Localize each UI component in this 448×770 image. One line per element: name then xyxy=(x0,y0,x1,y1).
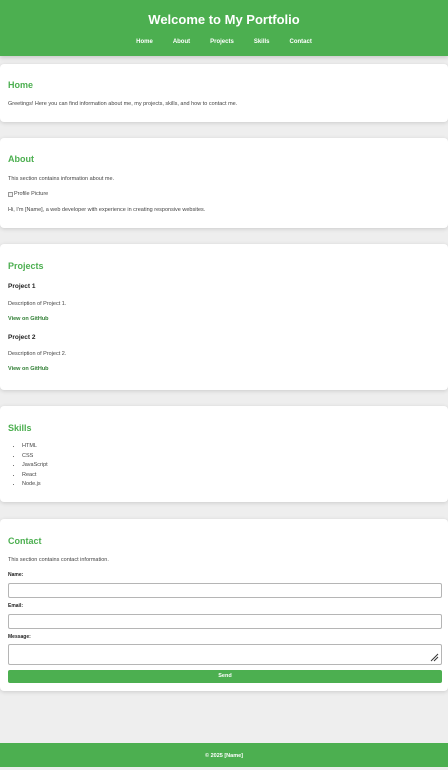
name-field[interactable] xyxy=(8,583,442,598)
project-github-link[interactable]: View on GitHub xyxy=(8,316,49,322)
message-label: Message: xyxy=(8,634,31,640)
about-intro: This section contains information about … xyxy=(8,176,115,182)
profile-picture: Profile Picture xyxy=(8,191,48,197)
skill-item: HTML xyxy=(22,442,48,452)
contact-heading: Contact xyxy=(8,536,42,546)
nav-contact[interactable]: Contact xyxy=(280,39,322,45)
message-field[interactable] xyxy=(8,644,442,665)
project-title: Project 1 xyxy=(8,283,36,290)
contact-intro: This section contains contact informatio… xyxy=(8,557,109,563)
projects-heading: Projects xyxy=(8,261,44,271)
email-field[interactable] xyxy=(8,614,442,629)
site-footer: © 2025 [Name] xyxy=(0,743,448,767)
skill-item: CSS xyxy=(22,452,48,462)
profile-picture-alt: Profile Picture xyxy=(14,191,49,197)
about-section: About This section contains information … xyxy=(0,138,448,228)
project-description: Description of Project 1. xyxy=(8,301,67,307)
projects-section: Projects Project 1 Description of Projec… xyxy=(0,244,448,390)
about-heading: About xyxy=(8,154,34,164)
skills-section: Skills xyxy=(0,406,448,502)
send-button[interactable]: Send xyxy=(8,670,442,683)
skills-list: HTML CSS JavaScript React Node.js xyxy=(8,442,48,490)
nav-projects[interactable]: Projects xyxy=(200,39,244,45)
home-section: Home Greetings! Here you can find inform… xyxy=(0,64,448,122)
home-heading: Home xyxy=(8,80,34,90)
site-header: Welcome to My Portfolio Home About Proje… xyxy=(0,0,448,56)
site-title: Welcome to My Portfolio xyxy=(148,12,300,27)
project-description: Description of Project 2. xyxy=(8,351,67,357)
skill-item: React xyxy=(22,471,48,481)
contact-section: Contact This section contains contact in… xyxy=(0,519,448,691)
nav-skills[interactable]: Skills xyxy=(244,39,280,45)
skill-item: Node.js xyxy=(22,480,48,490)
name-label: Name: xyxy=(8,572,24,578)
skills-heading: Skills xyxy=(8,423,32,433)
about-bio: Hi, I'm [Name], a web developer with exp… xyxy=(8,207,206,213)
resize-handle-icon[interactable] xyxy=(430,653,439,662)
project-github-link[interactable]: View on GitHub xyxy=(8,366,49,372)
broken-image-icon xyxy=(8,191,13,197)
nav-home[interactable]: Home xyxy=(126,39,163,45)
project-title: Project 2 xyxy=(8,334,36,341)
nav-about[interactable]: About xyxy=(163,39,200,45)
footer-text: © 2025 [Name] xyxy=(205,753,243,759)
main-nav: Home About Projects Skills Contact xyxy=(0,39,448,45)
email-label: Email: xyxy=(8,603,24,609)
skill-item: JavaScript xyxy=(22,461,48,471)
home-text: Greetings! Here you can find information… xyxy=(8,101,238,107)
